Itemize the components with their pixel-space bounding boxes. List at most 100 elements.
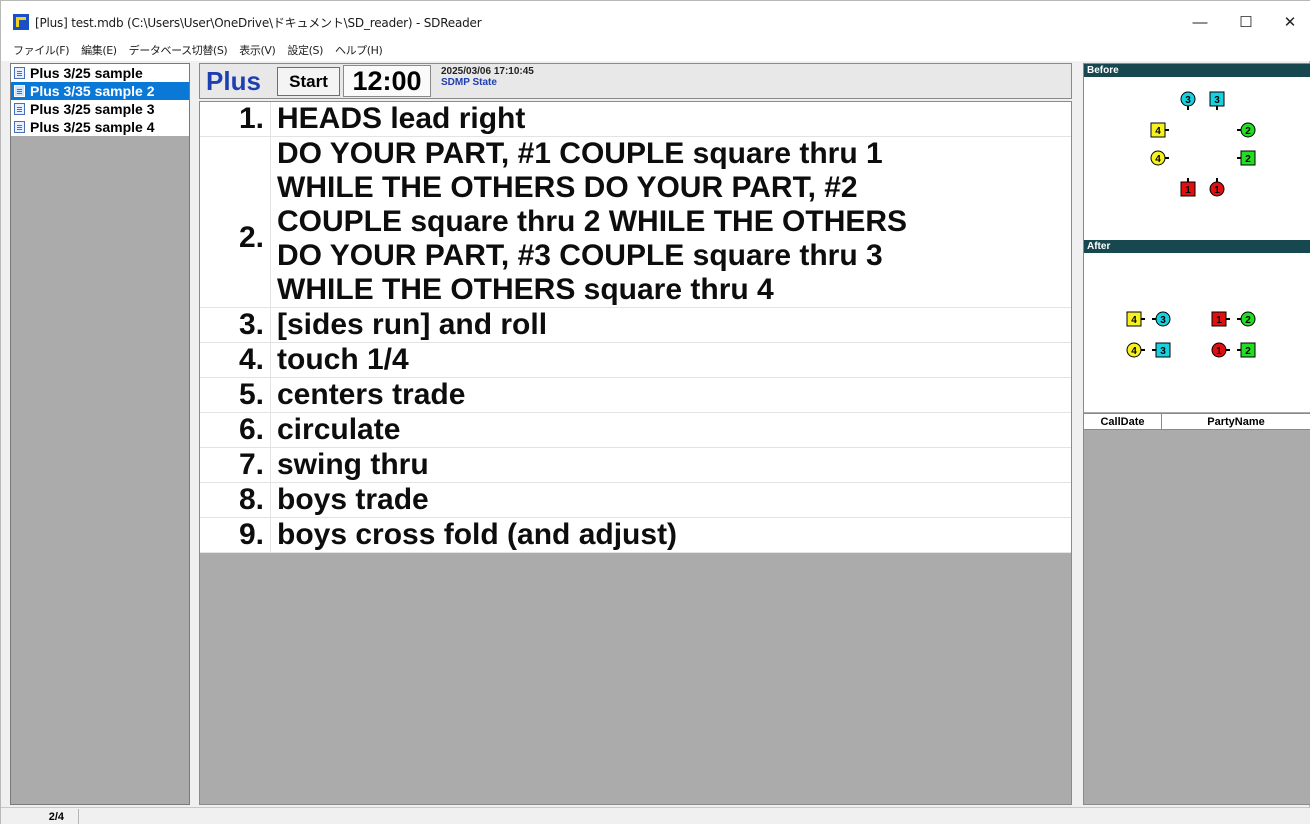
call-row[interactable]: 8. boys trade <box>200 483 1071 518</box>
dancer-square-2: 2 <box>1237 150 1256 166</box>
menu-settings[interactable]: 設定(S) <box>287 43 323 61</box>
formation-panel: Before 3 3 4 2 4 2 1 1 After 4 3 1 2 4 3 1 2 CallDate … <box>1083 63 1310 805</box>
svg-text:1: 1 <box>1185 185 1191 196</box>
document-icon <box>14 85 25 97</box>
document-icon <box>14 103 25 115</box>
menu-help[interactable]: ヘルプ(H) <box>335 43 383 61</box>
call-row[interactable]: 9. boys cross fold (and adjust) <box>200 518 1071 553</box>
call-number: 7. <box>238 448 264 481</box>
session-label: Plus 3/25 sample 3 <box>30 101 155 117</box>
call-row[interactable]: 4. touch 1/4 <box>200 343 1071 378</box>
before-label: Before <box>1084 64 1310 77</box>
call-row[interactable]: 2. DO YOUR PART, #1 COUPLE square thru 1… <box>200 137 1071 308</box>
after-formation: 4 3 1 2 4 3 1 2 <box>1126 311 1256 358</box>
svg-text:4: 4 <box>1155 126 1161 137</box>
menu-database[interactable]: データベース切替(S) <box>129 43 228 61</box>
call-number: 4. <box>238 343 264 376</box>
dancer-square-1: 1 <box>1180 178 1196 197</box>
after-label: After <box>1084 240 1310 253</box>
status-bar: 2/4 <box>1 807 1310 824</box>
menu-bar: ファイル(F) 編集(E) データベース切替(S) 表示(V) 設定(S) ヘル… <box>1 43 1310 61</box>
dancer-circle-1: 1 <box>1211 342 1230 358</box>
call-number: 2. <box>238 221 264 254</box>
title-bar: [Plus] test.mdb (C:\Users\User\OneDrive\… <box>1 1 1310 43</box>
session-item[interactable]: Plus 3/25 sample 3 <box>11 100 189 118</box>
dancer-square-3: 3 <box>1152 342 1171 358</box>
session-header: Plus Start 12:00 2025/03/06 17:10:45 SDM… <box>199 63 1072 99</box>
dancer-circle-1: 1 <box>1209 178 1225 197</box>
dancer-square-2: 2 <box>1237 342 1256 358</box>
call-row[interactable]: 1. HEADS lead right <box>200 102 1071 137</box>
app-icon <box>13 14 29 30</box>
dancer-circle-2: 2 <box>1237 311 1256 327</box>
call-row[interactable]: 6. circulate <box>200 413 1071 448</box>
page-indicator: 2/4 <box>1 809 79 824</box>
session-label: Plus 3/35 sample 2 <box>30 83 155 99</box>
dancer-square-4: 4 <box>1126 311 1145 327</box>
document-icon <box>14 121 25 133</box>
dancer-square-3: 3 <box>1209 91 1225 110</box>
svg-text:3: 3 <box>1214 95 1220 106</box>
close-button[interactable]: ✕ <box>1267 1 1310 43</box>
dancer-circle-3: 3 <box>1152 311 1171 327</box>
dancer-circle-2: 2 <box>1237 122 1256 138</box>
history-table-header: CallDate PartyName <box>1084 413 1310 430</box>
dancer-square-4: 4 <box>1150 122 1169 138</box>
document-icon <box>14 67 25 79</box>
call-text: DO YOUR PART, #1 COUPLE square thru 1 WH… <box>270 137 1071 307</box>
state-text: SDMP State <box>441 77 497 88</box>
session-list-panel: Plus 3/25 sample Plus 3/35 sample 2 Plus… <box>10 63 190 805</box>
call-table: 1. HEADS lead right 2. DO YOUR PART, #1 … <box>200 102 1071 553</box>
level-label: Plus <box>206 66 261 96</box>
calldate-column-header[interactable]: CallDate <box>1084 414 1162 429</box>
partyname-column-header[interactable]: PartyName <box>1162 414 1310 429</box>
session-label: Plus 3/25 sample <box>30 65 143 81</box>
session-label: Plus 3/25 sample 4 <box>30 119 155 135</box>
dancer-square-1: 1 <box>1211 311 1230 327</box>
timer-display: 12:00 <box>343 65 431 97</box>
session-item-selected[interactable]: Plus 3/35 sample 2 <box>11 82 189 100</box>
session-item[interactable]: Plus 3/25 sample 4 <box>11 118 189 136</box>
menu-view[interactable]: 表示(V) <box>239 43 276 61</box>
svg-text:1: 1 <box>1216 315 1222 326</box>
maximize-button[interactable]: ☐ <box>1223 1 1269 43</box>
call-text: touch 1/4 <box>270 343 1071 377</box>
app-window: [Plus] test.mdb (C:\Users\User\OneDrive\… <box>0 0 1310 824</box>
svg-text:2: 2 <box>1245 126 1251 137</box>
svg-text:3: 3 <box>1160 346 1166 357</box>
call-number: 1. <box>238 102 264 135</box>
svg-text:2: 2 <box>1245 154 1251 165</box>
svg-text:4: 4 <box>1131 346 1137 357</box>
dancer-circle-4: 4 <box>1126 342 1145 358</box>
before-diagram: Before 3 3 4 2 4 2 1 1 <box>1084 64 1310 238</box>
before-formation: 3 3 4 2 4 2 1 1 <box>1150 91 1256 197</box>
svg-text:3: 3 <box>1160 315 1166 326</box>
call-number: 5. <box>238 378 264 411</box>
session-item[interactable]: Plus 3/25 sample <box>11 64 189 82</box>
dancer-circle-4: 4 <box>1150 150 1169 166</box>
call-text: centers trade <box>270 378 1071 412</box>
call-number: 8. <box>238 483 264 516</box>
svg-text:3: 3 <box>1185 95 1191 106</box>
minimize-button[interactable]: — <box>1177 1 1223 43</box>
after-diagram: After 4 3 1 2 4 3 1 2 <box>1084 238 1310 412</box>
session-list: Plus 3/25 sample Plus 3/35 sample 2 Plus… <box>11 64 189 136</box>
menu-edit[interactable]: 編集(E) <box>81 43 117 61</box>
call-text: [sides run] and roll <box>270 308 1071 342</box>
call-row[interactable]: 7. swing thru <box>200 448 1071 483</box>
dancer-circle-3: 3 <box>1180 91 1196 110</box>
call-row[interactable]: 5. centers trade <box>200 378 1071 413</box>
call-number: 9. <box>238 518 264 551</box>
call-list-area: 1. HEADS lead right 2. DO YOUR PART, #1 … <box>199 101 1072 805</box>
start-button[interactable]: Start <box>277 67 340 96</box>
call-text: HEADS lead right <box>270 102 1071 136</box>
svg-text:2: 2 <box>1245 315 1251 326</box>
call-row[interactable]: 3. [sides run] and roll <box>200 308 1071 343</box>
call-text: swing thru <box>270 448 1071 482</box>
call-number: 6. <box>238 413 264 446</box>
call-text: boys trade <box>270 483 1071 517</box>
svg-text:1: 1 <box>1216 346 1222 357</box>
call-text: circulate <box>270 413 1071 447</box>
svg-text:2: 2 <box>1245 346 1251 357</box>
menu-file[interactable]: ファイル(F) <box>13 43 70 61</box>
